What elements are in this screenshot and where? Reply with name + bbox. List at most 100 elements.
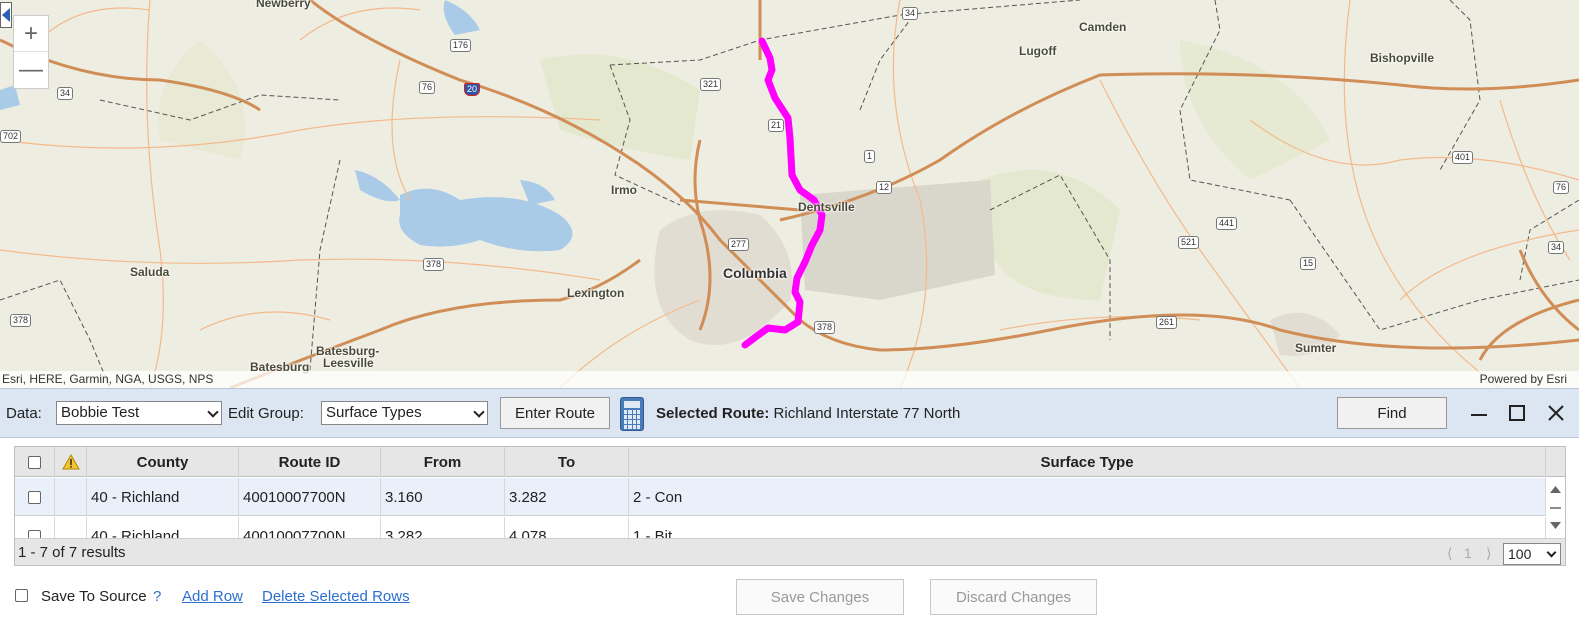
cell-route-id[interactable]: 40010007700N bbox=[239, 478, 381, 516]
cell-from[interactable]: 3.160 bbox=[381, 478, 505, 516]
place-label: Lexington bbox=[567, 286, 625, 300]
cell-to[interactable]: 3.282 bbox=[505, 478, 629, 516]
page-size-value: 100 bbox=[1508, 546, 1532, 562]
select-all-cell bbox=[15, 447, 55, 477]
add-row-link[interactable]: Add Row bbox=[182, 588, 243, 605]
place-label: Bishopville bbox=[1370, 51, 1435, 65]
route-shield: 76 bbox=[419, 81, 436, 94]
data-select-value: Bobbie Test bbox=[61, 404, 140, 421]
close-icon[interactable] bbox=[1545, 402, 1567, 424]
place-label: Leesville bbox=[323, 356, 374, 370]
result-count: 1 - 7 of 7 results bbox=[18, 544, 126, 561]
save-to-source-label: Save To Source bbox=[41, 588, 147, 605]
cell-county[interactable]: 40 - Richland bbox=[87, 478, 239, 516]
route-shield: 321 bbox=[700, 78, 722, 91]
place-label: Columbia bbox=[723, 265, 787, 281]
table-row[interactable]: 40 - Richland 40010007700N 3.160 3.282 2… bbox=[15, 478, 1546, 516]
warning-column-header bbox=[55, 447, 87, 477]
edit-group-select[interactable]: Surface Types bbox=[321, 401, 488, 425]
powered-by-link[interactable]: Powered by Esri bbox=[1480, 372, 1567, 386]
calculator-icon[interactable] bbox=[620, 397, 644, 431]
delete-selected-rows-link[interactable]: Delete Selected Rows bbox=[262, 588, 410, 605]
cell-county[interactable]: 40 - Richland bbox=[87, 517, 239, 538]
collapse-panel-button[interactable] bbox=[0, 2, 12, 28]
column-header-county[interactable]: County bbox=[87, 447, 239, 477]
selected-route-value: Richland Interstate 77 North bbox=[769, 405, 961, 422]
page-prev-button[interactable]: ⟨ bbox=[1447, 545, 1452, 562]
column-header-from[interactable]: From bbox=[381, 447, 505, 477]
row-select-cell bbox=[15, 517, 55, 538]
discard-changes-button[interactable]: Discard Changes bbox=[930, 579, 1097, 615]
route-shield: 76 bbox=[1553, 181, 1570, 194]
cell-route-id[interactable]: 40010007700N bbox=[239, 517, 381, 538]
data-select[interactable]: Bobbie Test bbox=[56, 401, 222, 425]
place-label: Dentsville bbox=[798, 200, 855, 214]
route-shield: 261 bbox=[1156, 316, 1178, 329]
route-shield: 378 bbox=[814, 321, 836, 334]
place-label: Sumter bbox=[1295, 341, 1337, 355]
cell-surface-type[interactable]: 1 - Bit bbox=[629, 517, 1546, 538]
page-number[interactable]: 1 bbox=[1464, 545, 1472, 561]
route-shield: 277 bbox=[728, 238, 750, 251]
map-view[interactable]: Newberry Camden Lugoff Bishopville Irmo … bbox=[0, 0, 1579, 388]
find-button[interactable]: Find bbox=[1337, 397, 1447, 429]
page-size-select[interactable]: 100 bbox=[1503, 543, 1561, 565]
data-label: Data: bbox=[6, 405, 42, 422]
attribution-text: Esri, HERE, Garmin, NGA, USGS, NPS bbox=[2, 372, 214, 386]
place-label: Camden bbox=[1079, 20, 1127, 34]
row-warning-cell bbox=[55, 517, 87, 538]
chevron-down-icon bbox=[473, 406, 485, 418]
warning-icon bbox=[61, 454, 80, 470]
route-shield: 521 bbox=[1178, 236, 1200, 249]
route-shield: 378 bbox=[423, 258, 445, 271]
map-attribution: Esri, HERE, Garmin, NGA, USGS, NPS Power… bbox=[0, 371, 1579, 388]
row-checkbox[interactable] bbox=[28, 490, 41, 504]
grid-body[interactable]: 40 - Richland 40010007700N 3.160 3.282 2… bbox=[15, 478, 1546, 538]
basemap bbox=[0, 0, 1579, 388]
cell-surface-type[interactable]: 2 - Con bbox=[629, 478, 1546, 516]
grid-scrollbar[interactable] bbox=[1546, 478, 1565, 538]
column-header-surface-type[interactable]: Surface Type bbox=[629, 447, 1546, 477]
route-shield: 34 bbox=[1548, 241, 1565, 254]
selected-route-label: Selected Route: bbox=[656, 405, 770, 422]
chevron-down-icon bbox=[207, 406, 219, 418]
help-link[interactable]: ? bbox=[153, 588, 161, 605]
route-shield: 401 bbox=[1452, 151, 1474, 164]
place-label: Newberry bbox=[256, 0, 311, 10]
route-shield: 34 bbox=[902, 7, 919, 20]
route-shield: 12 bbox=[876, 181, 893, 194]
interstate-shield: 20 bbox=[464, 83, 481, 96]
route-shield: 378 bbox=[10, 314, 32, 327]
save-to-source-checkbox[interactable] bbox=[15, 589, 28, 602]
column-header-route-id[interactable]: Route ID bbox=[239, 447, 381, 477]
edit-group-label: Edit Group: bbox=[228, 405, 304, 422]
data-grid: County Route ID From To Surface Type 40 … bbox=[14, 446, 1566, 566]
row-checkbox[interactable] bbox=[28, 529, 41, 538]
route-shield: 21 bbox=[768, 119, 785, 132]
route-shield: 1 bbox=[864, 150, 876, 163]
edit-group-select-value: Surface Types bbox=[326, 404, 422, 421]
place-label: Saluda bbox=[130, 265, 170, 279]
route-shield: 15 bbox=[1300, 257, 1317, 270]
place-label: Lugoff bbox=[1019, 44, 1057, 58]
save-changes-button[interactable]: Save Changes bbox=[736, 579, 904, 615]
maximize-icon[interactable] bbox=[1506, 402, 1528, 424]
route-toolbar: Data: Bobbie Test Edit Group: Surface Ty… bbox=[0, 388, 1579, 438]
arrow-left-icon bbox=[2, 8, 10, 22]
cell-from[interactable]: 3.282 bbox=[381, 517, 505, 538]
page-next-button[interactable]: ⟩ bbox=[1486, 545, 1491, 562]
table-row[interactable]: 40 - Richland 40010007700N 3.282 4.078 1… bbox=[15, 517, 1546, 538]
enter-route-button[interactable]: Enter Route bbox=[500, 397, 610, 429]
route-shield: 702 bbox=[0, 130, 22, 143]
row-warning-cell bbox=[55, 478, 87, 516]
minimize-icon[interactable] bbox=[1468, 402, 1490, 424]
route-shield: 34 bbox=[57, 87, 74, 100]
select-all-checkbox[interactable] bbox=[28, 455, 41, 469]
route-shield: 441 bbox=[1216, 217, 1238, 230]
selected-route: Selected Route: Richland Interstate 77 N… bbox=[656, 405, 960, 422]
zoom-in-button[interactable]: + bbox=[14, 16, 48, 52]
cell-to[interactable]: 4.078 bbox=[505, 517, 629, 538]
column-header-to[interactable]: To bbox=[505, 447, 629, 477]
zoom-out-button[interactable]: — bbox=[14, 52, 48, 88]
place-label: Irmo bbox=[611, 183, 638, 197]
